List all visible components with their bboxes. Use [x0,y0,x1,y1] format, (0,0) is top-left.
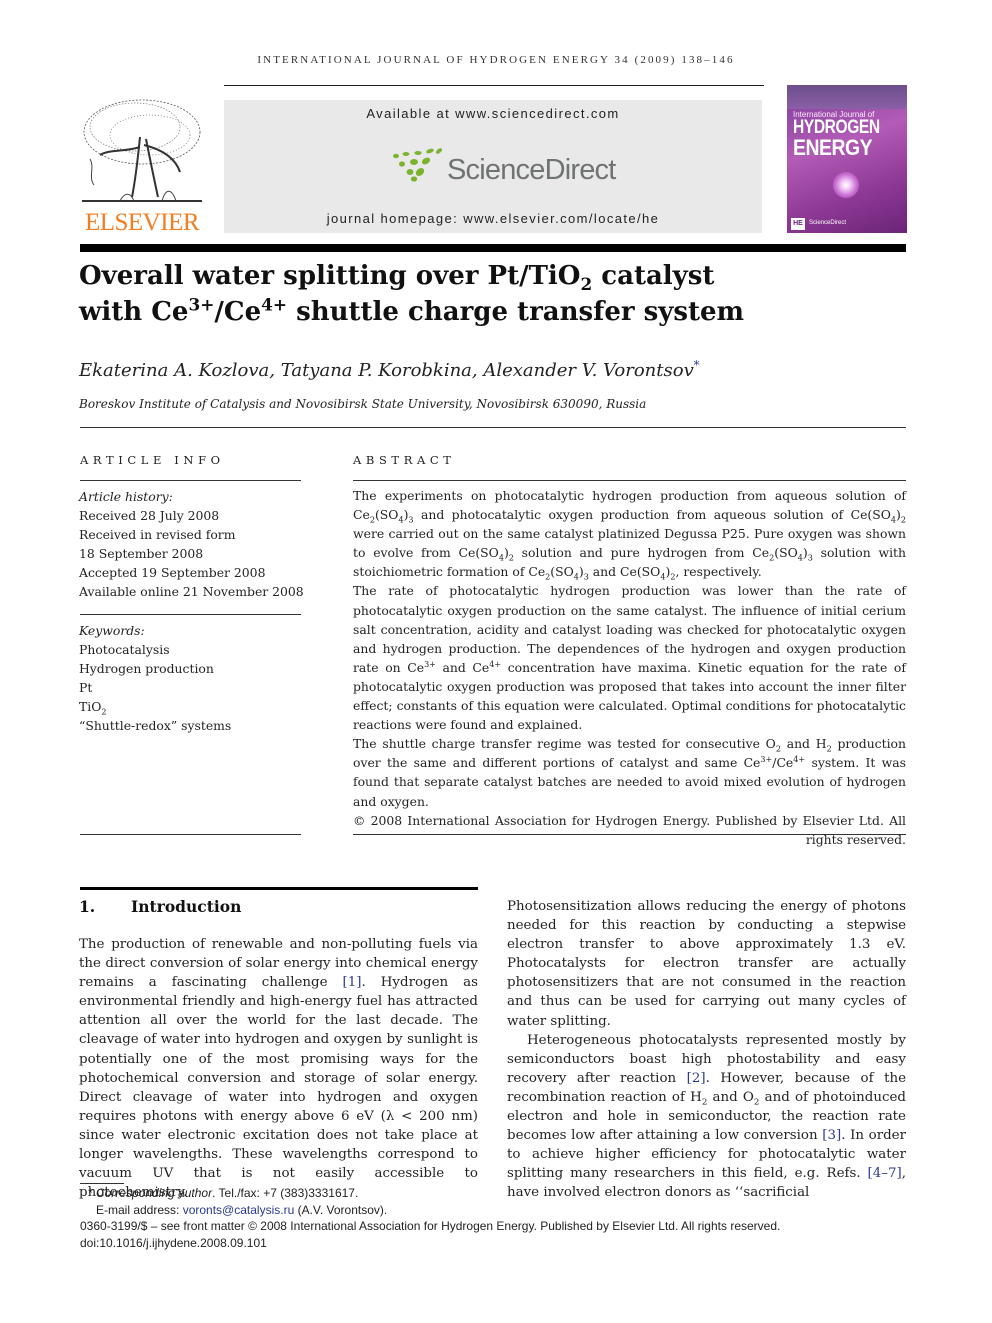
history-item: 18 September 2008 [79,546,204,561]
keyword-item: TiO2 [79,697,304,716]
history-label: Article history: [79,489,173,504]
abstract-paragraph: The experiments on photocatalytic hydrog… [353,488,907,582]
divider [353,480,906,481]
citation-link[interactable]: [2] [687,1071,706,1086]
masthead-thick-rule [80,244,906,252]
abstract-paragraph: The shuttle charge transfer regime was t… [353,736,906,809]
title-text: catalyst [592,261,715,291]
citation-link[interactable]: [1] [343,975,362,990]
section-heading-introduction: 1. Introduction [79,897,241,916]
section-title: Introduction [131,897,242,916]
keywords-list: Keywords: Photocatalysis Hydrogen produc… [79,621,304,735]
keyword-item: “Shuttle-redox” systems [79,718,232,733]
footnote-rule [80,1183,124,1184]
history-item: Available online 21 November 2008 [79,584,304,599]
cover-footer: ScienceDirect [809,220,847,226]
running-head: INTERNATIONAL JOURNAL OF HYDROGEN ENERGY… [257,54,735,66]
elsevier-wordmark: ELSEVIER [84,209,200,236]
divider [80,427,906,428]
history-item: Received in revised form [79,527,236,542]
article-title: Overall water splitting over Pt/TiO2 cat… [79,258,899,330]
title-text: shuttle charge transfer system [287,297,745,327]
title-text: /Ce [214,297,262,327]
authors-text: Ekaterina A. Kozlova, Tatyana P. Korobki… [79,360,694,381]
history-item: Received 28 July 2008 [79,508,220,523]
keyword-item: Pt [79,680,93,695]
cover-badge: HE [791,218,805,230]
history-item: Accepted 19 September 2008 [79,565,266,580]
title-superscript: 4+ [261,294,288,315]
journal-homepage-text[interactable]: journal homepage: www.elsevier.com/locat… [224,211,762,226]
front-matter-note: 0360-3199/$ – see front matter © 2008 In… [80,1219,781,1234]
divider [80,614,301,615]
sciencedirect-banner: Available at www.sciencedirect.com Scien… [224,100,762,233]
header-rule [224,85,764,86]
body-paragraph: Photosensitization allows reducing the e… [507,899,906,1029]
keyword-item: Hydrogen production [79,661,214,676]
corresponding-author-note: * Corresponding author. Tel./fax: +7 (38… [88,1186,359,1200]
sciencedirect-wordmark: ScienceDirect [447,154,616,186]
divider [80,480,301,481]
sciencedirect-dots-icon [393,148,443,182]
keyword-item: Photocatalysis [79,642,170,657]
cover-title-energy: ENERGY [793,135,873,160]
email-note: E-mail address: voronts@catalysis.ru (A.… [96,1202,388,1217]
corresponding-author-marker[interactable]: * [694,358,700,372]
divider [80,834,301,835]
body-paragraph: Heterogeneous photocatalysts represented… [507,1032,906,1201]
cover-top-band [787,85,907,109]
divider [353,834,906,835]
keyword-text: TiO [79,699,102,714]
email-link[interactable]: voronts@catalysis.ru [183,1203,295,1217]
body-paragraph: The production of renewable and non-poll… [79,937,478,1201]
abstract-paragraph: The rate of photocatalytic hydrogen prod… [353,583,906,733]
citation-link[interactable]: [4–7] [868,1166,902,1181]
section-number: 1. [79,897,96,916]
citation-link[interactable]: [3] [822,1128,841,1143]
available-at-text[interactable]: Available at www.sciencedirect.com [224,106,762,121]
section-rule [80,887,478,890]
title-text: with Ce [79,297,189,327]
body-column-left: The production of renewable and non-poll… [79,935,478,1202]
affiliation: Boreskov Institute of Catalysis and Novo… [79,397,647,411]
doi[interactable]: doi:10.1016/j.ijhydene.2008.09.101 [80,1235,910,1252]
article-info-heading: ARTICLE INFO [80,453,225,467]
tree-icon [82,99,202,202]
title-superscript: 3+ [188,294,215,315]
title-text: Overall water splitting over Pt/TiO [79,261,581,291]
title-subscript: 2 [580,274,593,295]
body-column-right: Photosensitization allows reducing the e… [507,897,906,1203]
footnotes: * Corresponding author. Tel./fax: +7 (38… [80,1185,910,1251]
journal-cover-thumbnail: International Journal of HYDROGEN ENERGY… [787,85,907,233]
author-list: Ekaterina A. Kozlova, Tatyana P. Korobki… [79,358,700,381]
abstract-copyright: © 2008 International Association for Hyd… [353,812,906,847]
keywords-label: Keywords: [79,623,145,638]
cover-orb-graphic [833,172,859,198]
abstract-heading: ABSTRACT [353,453,456,467]
abstract-body: The experiments on photocatalytic hydrog… [353,486,906,849]
article-history: Article history: Received 28 July 2008 R… [79,487,304,601]
